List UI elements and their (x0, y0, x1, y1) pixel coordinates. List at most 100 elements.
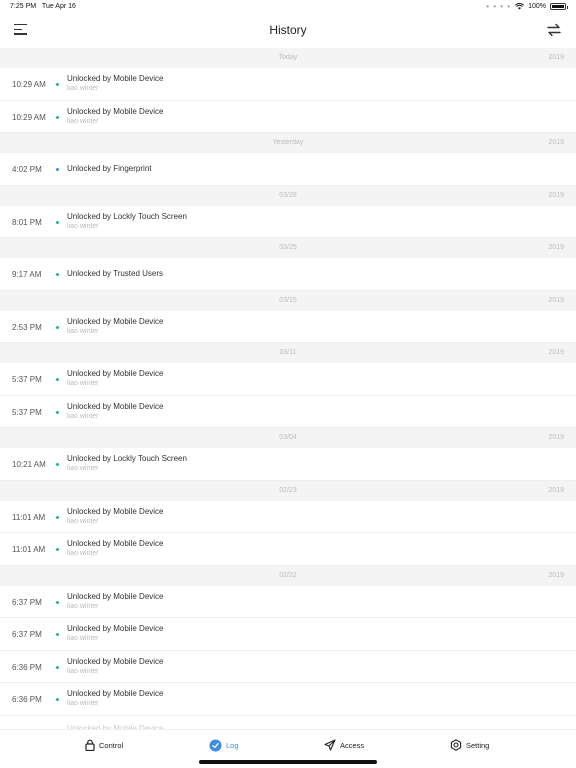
status-dot-icon (56, 665, 59, 669)
log-time: 6:37 PM (12, 597, 42, 607)
log-row[interactable]: 6:37 PM Unlocked by Mobile Device liao win… (0, 586, 576, 618)
log-row[interactable]: 2:53 PM Unlocked by Mobile Device liao win… (0, 311, 576, 343)
log-time: 6:36 PM (12, 662, 42, 672)
section-header: 02/22 2019 (0, 565, 576, 586)
section-date: 03/25 (279, 244, 297, 251)
status-dot-icon (56, 378, 59, 381)
wifi-icon (515, 3, 525, 10)
section-year: 2019 (548, 139, 564, 146)
status-dot-icon (56, 410, 59, 414)
tab-access[interactable]: Access (324, 739, 364, 751)
section-date: 03/11 (279, 349, 297, 356)
log-event: Unlocked by Trusted Users (67, 269, 164, 278)
lock-icon (85, 739, 95, 751)
log-event: Unlocked by Fingerprint (67, 164, 152, 173)
signal-dots-icon: • • • • (486, 2, 512, 11)
log-row[interactable]: 10:21 AM Unlocked by Lockly Touch Screen l… (0, 448, 576, 481)
log-user: liao winter (67, 700, 99, 707)
status-dot-icon (56, 463, 59, 466)
page-title: History (269, 23, 307, 37)
log-time: 10:21 AM (12, 460, 46, 469)
section-date: 03/15 (279, 296, 297, 304)
log-row[interactable]: 11:01 AM Unlocked by Mobile Device liao wi… (0, 501, 576, 533)
log-event: Unlocked by Lockly Touch Screen (67, 211, 187, 221)
section-date: Yesterday (272, 139, 304, 146)
section-date: 02/23 (279, 486, 297, 494)
log-user: liao winter (67, 550, 99, 557)
tab-access-label: Access (340, 740, 365, 750)
log-time: 5:37 PM (12, 407, 42, 417)
section-year: 2019 (548, 434, 564, 441)
log-user: liao winter (67, 117, 99, 125)
home-indicator (199, 760, 377, 764)
section-header: 03/25 2019 (0, 238, 576, 258)
send-icon (324, 739, 336, 751)
section-year: 2019 (548, 191, 564, 199)
tab-control-label: Control (99, 740, 124, 750)
section-year: 2019 (548, 296, 564, 304)
gear-icon (450, 739, 462, 751)
log-user: liao winter (67, 85, 99, 92)
status-dot-icon (56, 220, 59, 224)
log-user: liao winter (67, 517, 99, 525)
tab-log-label: Log (226, 741, 239, 750)
status-indicators: • • • • 100% (486, 2, 568, 11)
log-row[interactable]: 9:17 AM Unlocked by Trusted Users (0, 258, 576, 291)
log-user: liao winter (67, 327, 99, 335)
log-event: Unlocked by Lockly Touch Screen (67, 454, 187, 463)
log-time: 6:36 PM (12, 695, 42, 704)
section-header: 03/11 2019 (0, 343, 576, 363)
log-event: Unlocked by Mobile Device (67, 401, 164, 411)
section-date: 02/22 (279, 571, 297, 579)
log-time: 10:29 AM (12, 112, 46, 122)
log-row[interactable]: 5:37 PM Unlocked by Mobile Device liao win… (0, 396, 576, 428)
log-row[interactable]: 10:29 AM Unlocked by Mobile Device liao wi… (0, 68, 576, 101)
log-row[interactable]: 6:36 PM Unlocked by Mobile Device liao win… (0, 683, 576, 716)
section-year: 2019 (548, 486, 564, 494)
log-user: liao winter (67, 667, 99, 675)
log-row[interactable]: 4:02 PM Unlocked by Fingerprint (0, 153, 576, 186)
log-time: 6:37 PM (12, 630, 42, 639)
status-dot-icon (56, 548, 59, 551)
log-row[interactable]: 11:01 AM Unlocked by Mobile Device liao wi… (0, 533, 576, 566)
log-user: liao winter (67, 222, 99, 230)
tab-control[interactable]: Control (85, 739, 123, 751)
log-event: Unlocked by Mobile Device (67, 591, 164, 601)
log-event: Unlocked by Mobile Device (67, 689, 164, 698)
status-dot-icon (56, 698, 59, 701)
log-event: Unlocked by Mobile Device (67, 106, 164, 116)
log-event: Unlocked by Mobile Device (67, 539, 164, 548)
log-time: 2:53 PM (12, 322, 42, 332)
log-time: 5:37 PM (12, 375, 42, 384)
log-row[interactable]: 6:36 PM Unlocked by Mobile Device liao win… (0, 651, 576, 683)
status-time-date: 7:25 PM Tue Apr 16 (10, 3, 76, 10)
section-date: Today (278, 54, 298, 61)
log-row[interactable]: 10:29 AM Unlocked by Mobile Device liao wi… (0, 101, 576, 133)
log-time: 8:01 PM (12, 217, 42, 227)
log-event: Unlocked by Mobile Device (67, 74, 164, 83)
tab-setting[interactable]: Setting (450, 739, 489, 751)
tab-log[interactable]: Log (209, 739, 239, 752)
log-event: Unlocked by Mobile Device (67, 624, 164, 633)
log-check-icon (209, 739, 222, 752)
section-header: 03/28 2019 (0, 185, 576, 206)
status-dot-icon (56, 325, 59, 329)
log-row[interactable]: 6:37 PM Unlocked by Mobile Device liao win… (0, 618, 576, 651)
section-header: 03/04 2019 (0, 428, 576, 448)
section-header: Today 2019 (0, 48, 576, 68)
section-year: 2019 (548, 349, 564, 356)
log-time: 11:01 AM (12, 545, 46, 554)
status-dot-icon (56, 83, 59, 86)
log-time: 11:01 AM (12, 512, 46, 522)
section-year: 2019 (548, 54, 564, 61)
log-user: liao winter (67, 635, 99, 642)
status-bar: 7:25 PM Tue Apr 16 • • • • 100% (0, 0, 576, 14)
log-user: liao winter (67, 465, 99, 472)
log-row[interactable]: 5:37 PM Unlocked by Mobile Device liao win… (0, 363, 576, 396)
section-year: 2019 (548, 244, 564, 251)
log-row[interactable]: 8:01 PM Unlocked by Lockly Touch Screen li… (0, 206, 576, 238)
log-user: liao winter (67, 380, 99, 387)
swap-arrows-icon[interactable] (546, 23, 562, 37)
history-list[interactable]: Today 2019 10:29 AM Unlocked by Mobile Devi… (0, 48, 576, 730)
log-user: liao winter (67, 602, 99, 610)
